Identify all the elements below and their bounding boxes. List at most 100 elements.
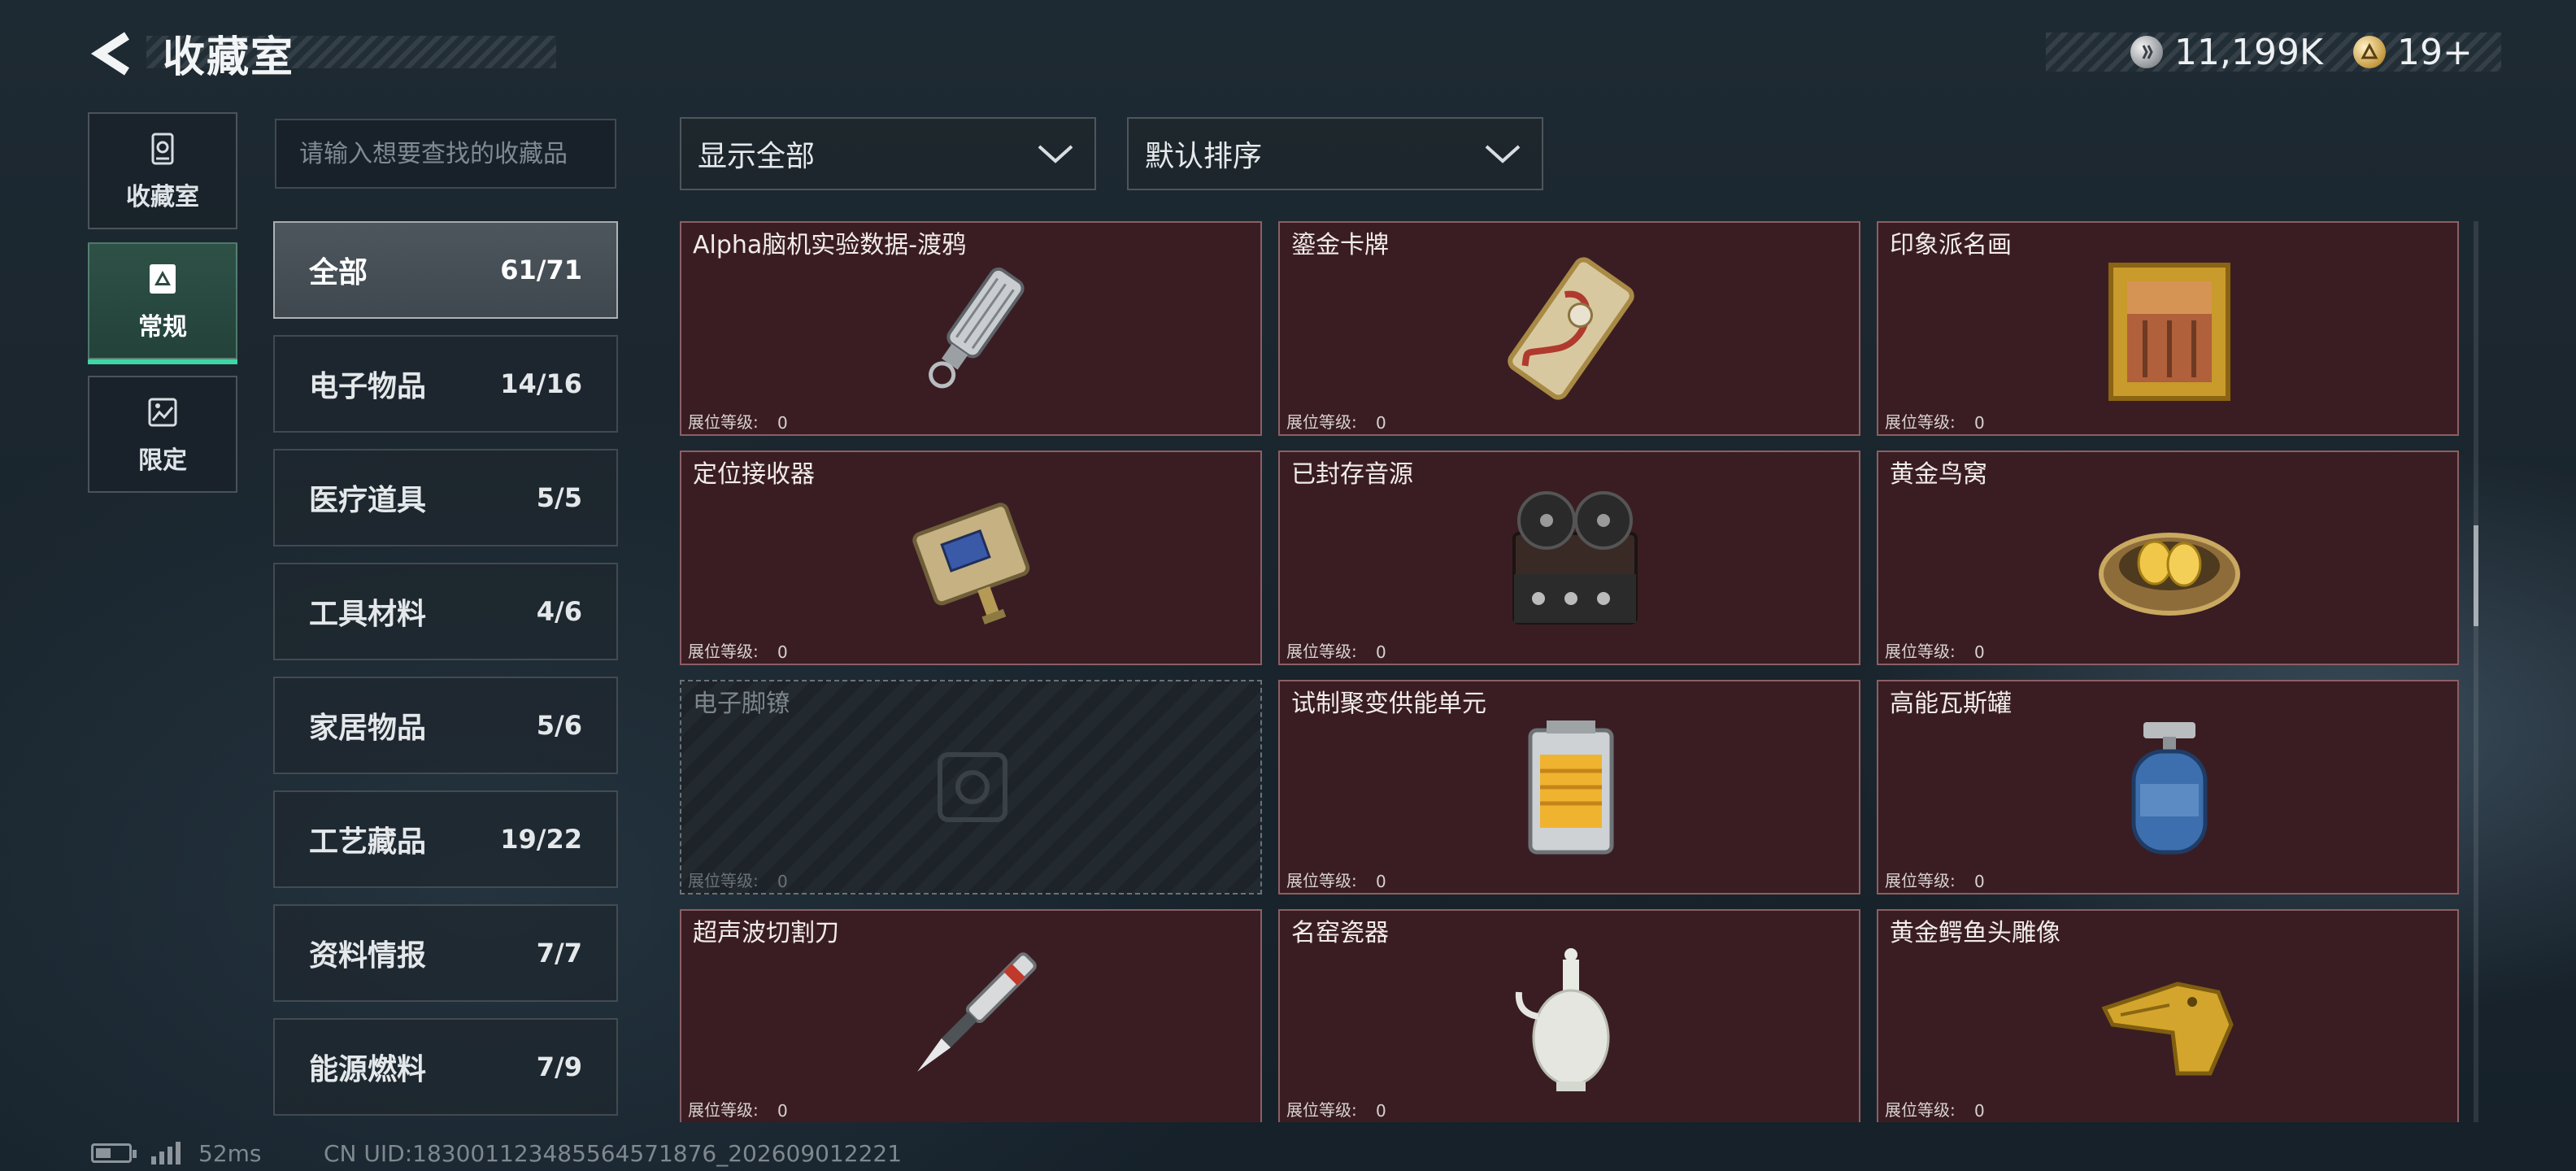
category-intel[interactable]: 资料情报 7/7	[273, 904, 618, 1002]
category-energy[interactable]: 能源燃料 7/9	[273, 1018, 618, 1116]
golden-nest-icon	[2099, 533, 2240, 616]
page-title: 收藏室	[163, 33, 295, 82]
side-tab-label: 常规	[138, 313, 187, 342]
display-level-label: 展位等级:	[688, 871, 759, 890]
display-level-label: 展位等级:	[1885, 642, 1956, 661]
grid-scrollbar[interactable]	[2474, 221, 2478, 1122]
signal-icon	[151, 1142, 181, 1164]
display-level-label: 展位等级:	[1885, 1100, 1956, 1120]
status-bar: 52ms CN UID:183001123485564571876_202609…	[0, 1130, 2576, 1171]
collectible-card[interactable]: 超声波切割刀 展位等级: 0	[680, 909, 1262, 1122]
display-level-value: 0	[1974, 642, 1985, 662]
back-button[interactable]	[85, 24, 143, 83]
category-tools[interactable]: 工具材料 4/6	[273, 563, 618, 660]
usb-drive-icon	[929, 267, 1025, 389]
gps-receiver-icon	[912, 503, 1030, 625]
display-level-label: 展位等级:	[1286, 412, 1357, 432]
display-level-value: 0	[777, 413, 788, 433]
display-level-value: 0	[777, 1101, 788, 1121]
display-level-value: 0	[1376, 872, 1386, 891]
category-name: 家居物品	[309, 712, 427, 745]
display-level-value: 0	[777, 872, 788, 891]
grid-scrollbar-thumb[interactable]	[2474, 525, 2478, 626]
ultrasonic-cutter-icon	[917, 952, 1037, 1072]
side-tab-label: 收藏室	[126, 183, 199, 211]
category-count: 19/22	[500, 824, 582, 855]
gold-coin-icon	[2353, 36, 2386, 68]
currency-silver[interactable]: 11,199K	[2130, 28, 2323, 76]
ping-value: 52ms	[198, 1140, 262, 1167]
collectible-name: 定位接收器	[693, 460, 815, 489]
collectible-card[interactable]: 鎏金卡牌 展位等级: 0	[1278, 221, 1860, 436]
sort-dropdown-value: 默认排序	[1145, 140, 1263, 173]
category-medical[interactable]: 医疗道具 5/5	[273, 449, 618, 546]
collectible-card[interactable]: 名窑瓷器 展位等级: 0	[1278, 909, 1860, 1122]
display-level-value: 0	[1376, 642, 1386, 662]
collectible-name: 超声波切割刀	[693, 919, 839, 947]
battery-icon	[91, 1143, 137, 1163]
category-count: 7/7	[536, 938, 582, 969]
collectible-card[interactable]: 黄金鳄鱼头雕像 展位等级: 0	[1877, 909, 2459, 1122]
category-name: 能源燃料	[309, 1053, 427, 1086]
collectible-card[interactable]: Alpha脑机实验数据-渡鸦 展位等级: 0	[680, 221, 1262, 436]
side-tab-limited[interactable]: 限定	[88, 376, 237, 493]
category-household[interactable]: 家居物品 5/6	[273, 677, 618, 774]
collectible-card[interactable]: 高能瓦斯罐 展位等级: 0	[1877, 680, 2459, 895]
filter-dropdown[interactable]: 显示全部	[680, 117, 1096, 190]
collectible-name: 鎏金卡牌	[1291, 231, 1389, 259]
collectible-card[interactable]: 定位接收器 展位等级: 0	[680, 451, 1262, 665]
chevron-down-icon	[1038, 145, 1073, 163]
display-level-value: 0	[1974, 872, 1985, 891]
collectible-card[interactable]: 印象派名画 展位等级: 0	[1877, 221, 2459, 436]
category-name: 工具材料	[309, 598, 427, 631]
display-level-label: 展位等级:	[1885, 871, 1956, 890]
category-count: 61/71	[500, 255, 582, 285]
collectible-grid[interactable]: Alpha脑机实验数据-渡鸦 展位等级: 0 鎏金卡牌 展位等级: 0 印象派名…	[680, 221, 2461, 1122]
framed-painting-icon	[2108, 263, 2230, 401]
collectible-card[interactable]: 黄金鸟窝 展位等级: 0	[1877, 451, 2459, 665]
porcelain-vase-icon	[1515, 948, 1610, 1091]
category-count: 4/6	[536, 596, 582, 627]
collectible-name: 电子脚镣	[693, 690, 790, 718]
currency-gold-value: 19+	[2397, 31, 2473, 73]
collectible-card-locked[interactable]: 电子脚镣 展位等级: 0	[680, 680, 1262, 895]
collectible-card[interactable]: 试制聚变供能单元 展位等级: 0	[1278, 680, 1860, 895]
regular-icon	[150, 264, 176, 294]
category-count: 7/9	[536, 1051, 582, 1082]
collection-room-icon	[151, 133, 174, 165]
chevron-down-icon	[1485, 145, 1521, 163]
ankle-monitor-icon	[938, 752, 1007, 822]
display-level-value: 0	[1376, 1101, 1386, 1121]
category-count: 14/16	[500, 368, 582, 399]
display-level-label: 展位等级:	[1885, 412, 1956, 432]
category-name: 工艺藏品	[309, 825, 427, 859]
category-name: 全部	[309, 256, 368, 289]
gilded-card-icon	[1508, 257, 1634, 400]
collectible-name: 名窑瓷器	[1291, 919, 1389, 947]
side-tab-label: 限定	[138, 446, 187, 475]
display-level-label: 展位等级:	[1286, 642, 1357, 661]
side-tab-regular[interactable]: 常规	[88, 242, 237, 364]
display-level-label: 展位等级:	[688, 1100, 759, 1120]
collectible-card[interactable]: 已封存音源 展位等级: 0	[1278, 451, 1860, 665]
fusion-cell-icon	[1528, 720, 1614, 855]
limited-icon	[148, 398, 177, 427]
collectible-name: 已封存音源	[1291, 460, 1413, 489]
search-input[interactable]	[275, 119, 616, 189]
display-level-value: 0	[777, 642, 788, 662]
category-count: 5/5	[536, 482, 582, 513]
category-electronics[interactable]: 电子物品 14/16	[273, 335, 618, 433]
top-bar: 收藏室 11,199K 19+	[0, 0, 2576, 106]
display-level-label: 展位等级:	[1286, 1100, 1357, 1120]
category-count: 5/6	[536, 710, 582, 741]
sort-dropdown[interactable]: 默认排序	[1127, 117, 1543, 190]
category-name: 资料情报	[309, 939, 427, 973]
currency-gold[interactable]: 19+	[2353, 28, 2473, 76]
category-crafts[interactable]: 工艺藏品 19/22	[273, 790, 618, 888]
category-all[interactable]: 全部 61/71	[273, 221, 618, 319]
display-level-label: 展位等级:	[688, 412, 759, 432]
side-tab-collection-room[interactable]: 收藏室	[88, 112, 237, 229]
player-uid: CN UID:183001123485564571876_20260901222…	[324, 1140, 903, 1167]
display-level-label: 展位等级:	[688, 642, 759, 661]
currency-silver-value: 11,199K	[2174, 31, 2323, 73]
